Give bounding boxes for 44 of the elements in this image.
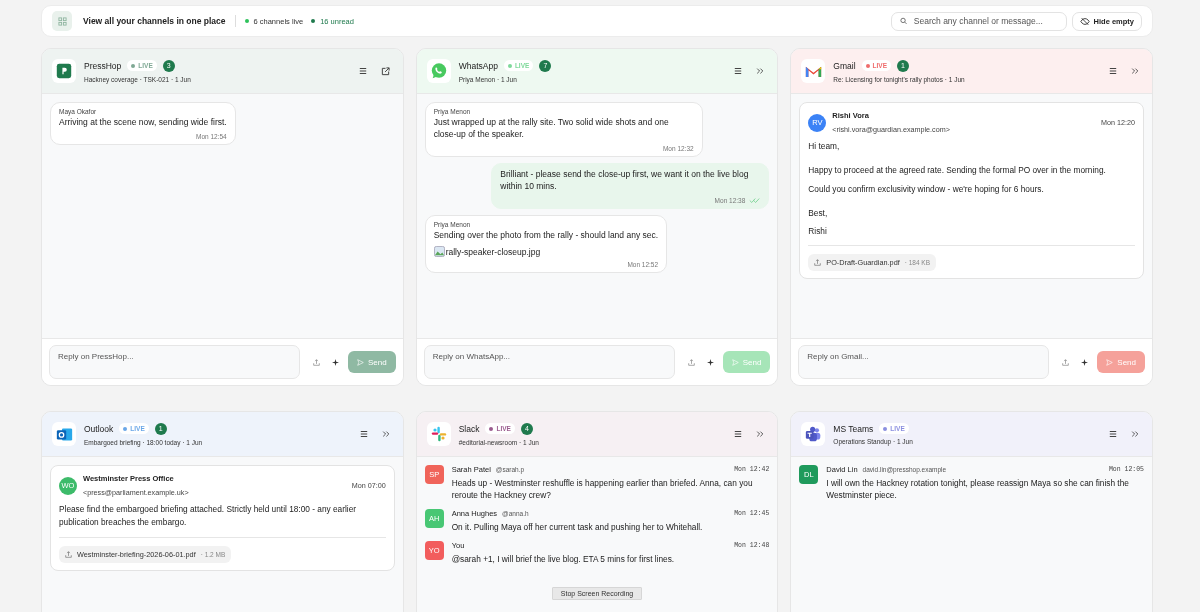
post-text: @sarah +1, I will brief the live blog. ETA 5 mins for first lines. [451,553,676,566]
channel-name: Gmail [833,60,856,71]
message-text: Arriving at the scene now, sending wide first. [59,117,227,129]
logo-icon [52,59,76,83]
search-icon [899,17,907,25]
broken-image-icon [433,246,445,258]
channel-name: WhatsApp [458,60,498,71]
message-text: Sending over the photo from the rally - should land any sec. [433,229,659,242]
email-text: Best, [808,206,828,220]
reply-field[interactable]: Reply on Gmail... [798,345,1050,379]
eye-off-icon [1079,16,1090,26]
logo-icon [801,422,826,446]
post-text: I will own the Hackney rotation tonight, please reassign Maya so she can finish the Westminster piece. [826,477,1130,502]
message-text: Just wrapped up at the rally site. Two solid wide shots and one close-up of the speaker. [433,117,670,141]
post-text: On it. Pulling Maya off her current task and pushing her to Whitehall. [451,521,704,534]
channel-name: MS Teams [833,423,874,434]
upload-icon [65,550,72,558]
logo-icon [426,59,451,83]
status-dot [311,19,316,23]
logo-icon [52,422,76,446]
upload-icon [814,259,822,267]
double-check-icon [749,196,761,204]
send-icon [356,358,364,366]
status-dot [244,19,249,23]
page-title: View all your channels in one place [83,16,226,26]
channel-name: Outlook [84,423,114,434]
email-text: Hi team, [808,140,840,153]
email-text: Could you confirm exclusivity window - we're hoping for 6 hours. [808,182,1044,196]
reply-field[interactable]: Reply on WhatsApp... [423,345,675,379]
logo-icon [426,422,451,446]
send-icon [731,358,739,366]
grid-icon [52,11,72,31]
post-text: Heads up - Westminster reshuffle is happening earlier than briefed. Anna, can you reroute the Hackney crew? [451,477,754,502]
logo-icon [801,59,826,83]
image-attachment[interactable]: rally-speaker-closeup.jpg [433,246,659,258]
channel-name: PressHop [84,60,122,71]
email-text: Please find the embargoed briefing attached. Strictly held until 18:00 - any earlier publication breaches the embargo. [59,503,358,530]
send-icon [1106,358,1114,366]
search-field[interactable]: Search any channel or message... [890,11,1067,31]
message-text: Brilliant - please send the close-up first, we want it on the live blog within 10 mins. [500,168,750,193]
email-text: Happy to proceed at the agreed rate. Sending the formal PO over in the morning. [808,164,1106,178]
email-text: Rishi [808,225,827,239]
reply-field[interactable]: Reply on PressHop... [49,345,300,379]
channel-name: Slack [458,423,480,434]
